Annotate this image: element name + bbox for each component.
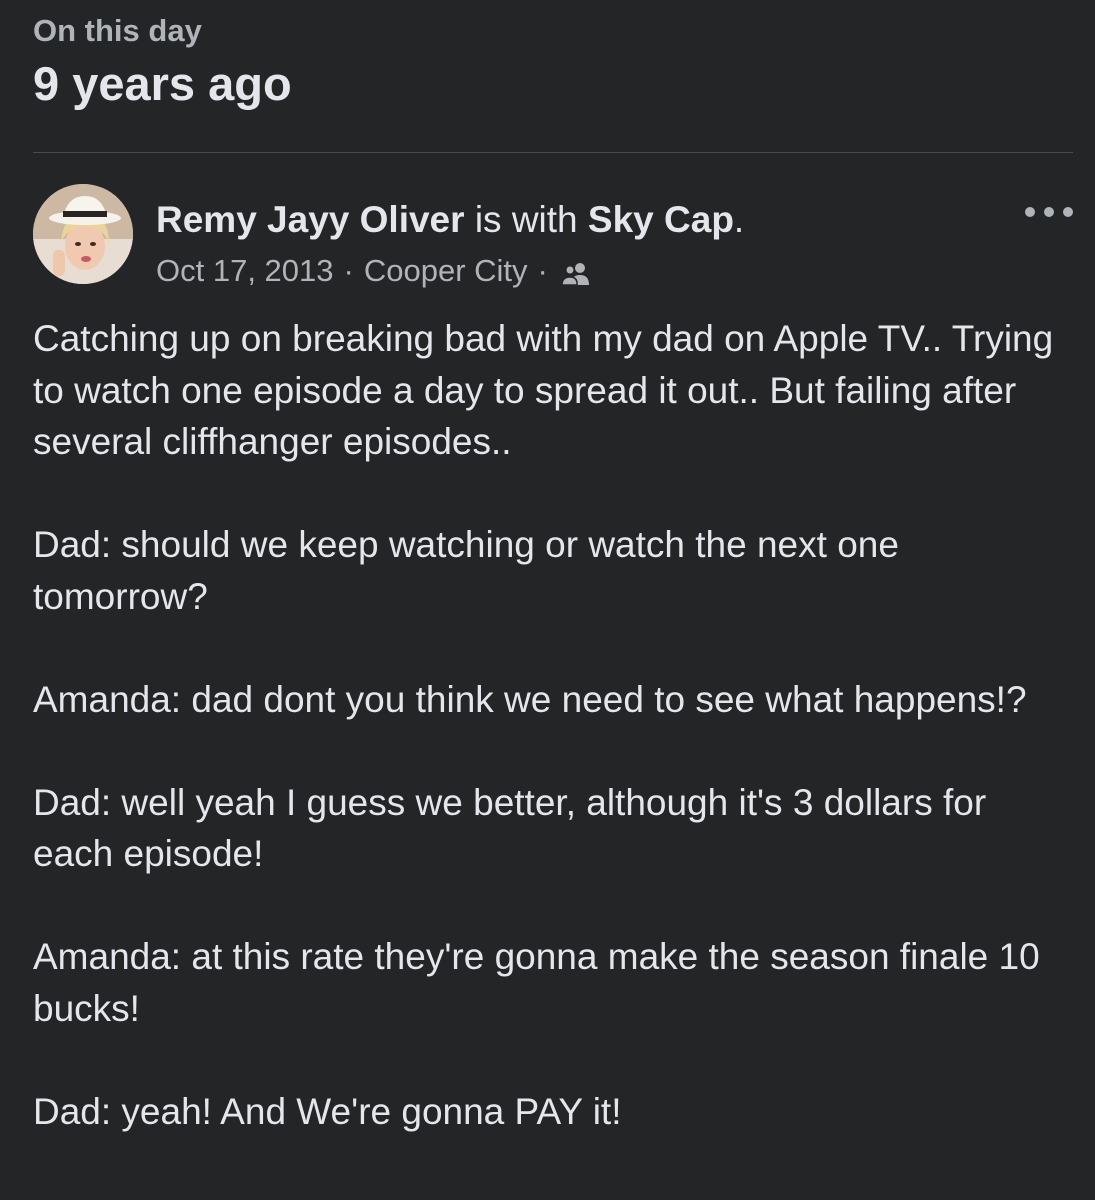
post-paragraph: Amanda: at this rate they're gonna make … xyxy=(33,936,1040,1029)
post-paragraph: Dad: yeah! And We're gonna PAY it! xyxy=(33,1090,622,1132)
post-paragraph: Dad: should we keep watching or watch th… xyxy=(33,524,899,617)
post-date[interactable]: Oct 17, 2013 xyxy=(156,252,334,290)
meta-separator: · xyxy=(343,253,354,288)
more-options-icon[interactable] xyxy=(1025,200,1073,224)
tagged-suffix: . xyxy=(733,199,745,240)
post-location[interactable]: Cooper City xyxy=(364,252,528,290)
author-name[interactable]: Remy Jayy Oliver xyxy=(156,199,465,240)
meta-separator-2: · xyxy=(537,253,548,288)
memory-title: 9 years ago xyxy=(33,57,292,110)
post-paragraph: Dad: well yeah I guess we better, althou… xyxy=(33,781,987,875)
with-text: is with xyxy=(464,199,588,240)
post-body: Catching up on breaking bad with my dad … xyxy=(33,313,1073,1189)
avatar-image xyxy=(33,184,133,284)
tagged-person[interactable]: Sky Cap xyxy=(588,199,734,240)
post-meta: Oct 17, 2013 · Cooper City · xyxy=(156,252,592,290)
post-paragraph: Amanda: dad dont you think we need to se… xyxy=(33,678,1027,720)
divider xyxy=(33,152,1073,153)
post-header: Remy Jayy Oliver is with Sky Cap. Oct 17… xyxy=(33,184,1073,290)
avatar[interactable] xyxy=(33,184,133,284)
friends-icon[interactable] xyxy=(560,258,592,286)
memory-header: On this day 9 years ago xyxy=(33,12,292,112)
memory-label: On this day xyxy=(33,13,202,48)
post-paragraph: Catching up on breaking bad with my dad … xyxy=(33,318,1054,462)
author-line: Remy Jayy Oliver is with Sky Cap. xyxy=(156,198,744,242)
